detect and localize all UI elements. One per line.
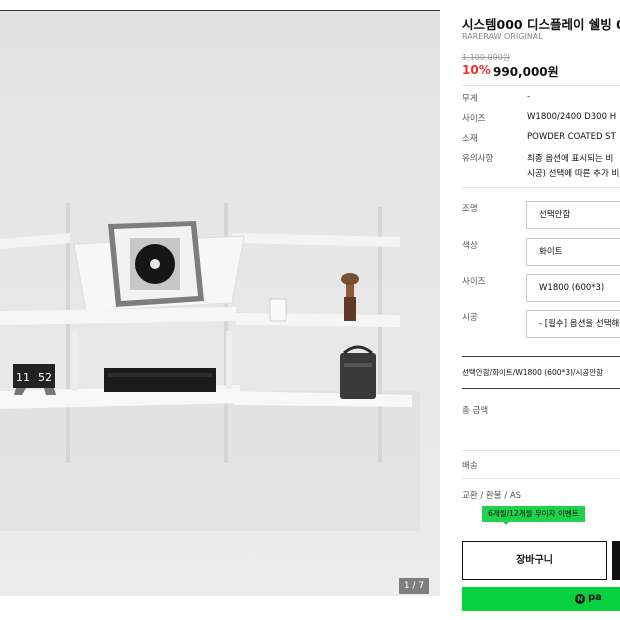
buy-now-button[interactable] — [612, 541, 620, 580]
divider — [462, 85, 620, 86]
shelf-photo: 11 52 — [0, 11, 440, 596]
divider — [462, 388, 620, 389]
divider — [462, 478, 620, 479]
spec-label-material: 소재 — [462, 134, 478, 144]
option-select-size[interactable]: W1800 (600*3) — [526, 274, 620, 302]
brand-name: RARERAW ORIGINAL — [462, 32, 543, 41]
divider — [462, 356, 620, 357]
exchange-label[interactable]: 교환 / 환불 / AS — [462, 489, 521, 501]
add-to-cart-button[interactable]: 장바구니 — [462, 541, 607, 580]
spec-value-size: W1800/2400 D300 H — [527, 112, 617, 122]
spec-label-notice: 유의사항 — [462, 154, 494, 164]
option-label-install: 시공 — [462, 313, 478, 323]
spec-value-notice-line2: 시공) 선택에 따른 추가 비 — [527, 169, 620, 179]
image-counter: 1 / 7 — [399, 578, 429, 594]
spec-value-weight: - — [527, 92, 531, 102]
option-label-size: 사이즈 — [462, 277, 486, 287]
sale-price: 990,000원 — [493, 65, 559, 79]
option-label-color: 색상 — [462, 241, 478, 251]
divider — [462, 187, 620, 188]
installment-event-badge: 6개월/12개월 무이자 이벤트 — [482, 506, 585, 522]
product-title: 시스템000 디스플레이 쉘빙 05 — [462, 17, 620, 32]
shipping-label[interactable]: 배송 — [462, 459, 478, 471]
selected-option-summary: 선택안함/화이트/W1800 (600*3)/시공안함 — [462, 368, 604, 377]
clock-minute: 52 — [38, 371, 52, 384]
spec-value-notice: 최종 옵션에 표시되는 비 — [527, 154, 614, 164]
product-image[interactable]: 11 52 1 / 7 — [0, 11, 440, 596]
option-select-lighting[interactable]: 선택안함 — [526, 201, 620, 229]
original-price: 1,100,000원 — [462, 53, 511, 62]
naver-pay-label: pa — [588, 592, 602, 603]
divider — [462, 450, 620, 451]
spec-value-material: POWDER COATED ST — [527, 132, 616, 142]
option-select-color[interactable]: 화이트 — [526, 238, 620, 266]
product-info-panel: 시스템000 디스플레이 쉘빙 05 RARERAW ORIGINAL 1,10… — [440, 0, 620, 620]
option-select-install[interactable]: - [필수] 옵션을 선택해 — [526, 310, 620, 338]
total-price-label: 총 금액 — [462, 406, 489, 416]
event-badge-tail — [502, 521, 510, 525]
discount-rate: 10% — [462, 63, 491, 77]
option-label-lighting: 조명 — [462, 204, 478, 214]
clock-hour: 11 — [16, 371, 30, 384]
naver-pay-icon: N — [575, 594, 585, 604]
spec-label-size: 사이즈 — [462, 114, 486, 124]
spec-label-weight: 무게 — [462, 94, 478, 104]
